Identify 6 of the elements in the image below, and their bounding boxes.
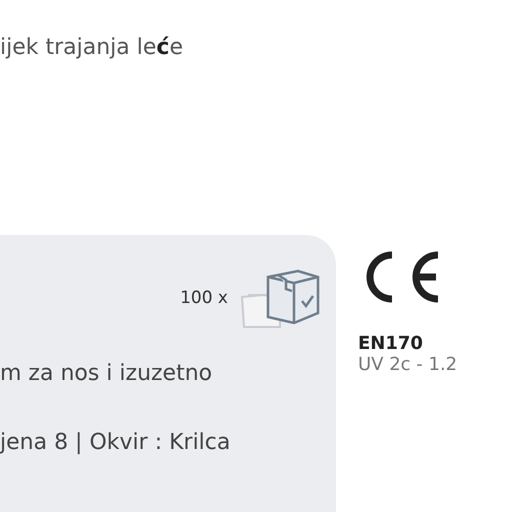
rating-text: UV 2c - 1.2: [358, 354, 458, 375]
boxes-icon: [238, 267, 322, 329]
standard-text: EN170: [358, 333, 423, 354]
quantity-text: 100 x: [180, 288, 228, 308]
heading-text: ijek trajanja leće: [0, 34, 184, 62]
description-text: m za nos i izuzetno: [0, 361, 212, 386]
